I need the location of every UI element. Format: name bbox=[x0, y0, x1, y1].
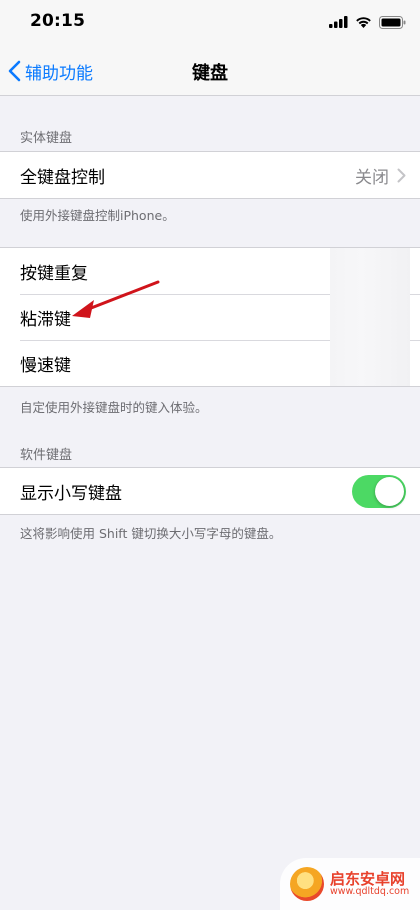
show-lowercase-keys-label: 显示小写键盘 bbox=[20, 483, 122, 504]
wifi-icon bbox=[356, 17, 371, 28]
toggle-knob bbox=[375, 476, 404, 506]
signal-icon bbox=[329, 16, 348, 28]
chevron-right-icon bbox=[397, 168, 406, 182]
watermark: 启东安卓网 www.qdltdq.com bbox=[280, 858, 420, 910]
section-header-physical-keyboard: 实体键盘 bbox=[20, 131, 73, 146]
page-title: 键盘 bbox=[192, 63, 228, 84]
section-header-software-keyboard: 软件键盘 bbox=[20, 448, 73, 463]
annotation-arrow bbox=[72, 280, 160, 318]
watermark-title: 启东安卓网 bbox=[330, 869, 406, 888]
status-icons bbox=[329, 14, 406, 30]
section-footer-software-keyboard: 这将影响使用 Shift 键切换大小写字母的键盘。 bbox=[20, 526, 282, 541]
full-keyboard-access-label: 全键盘控制 bbox=[20, 167, 105, 188]
navigation-bar: 辅助功能 键盘 bbox=[0, 46, 420, 96]
watermark-text: 启东安卓网 www.qdltdq.com bbox=[330, 871, 409, 898]
software-keyboard-group: 显示小写键盘 bbox=[0, 467, 420, 515]
full-keyboard-access-value: 关闭 bbox=[355, 167, 389, 188]
status-bar: 20:15 bbox=[0, 0, 420, 46]
section-footer-physical-keyboard: 使用外接键盘控制iPhone。 bbox=[20, 208, 175, 223]
battery-icon bbox=[379, 15, 406, 29]
show-lowercase-keys-row: 显示小写键盘 bbox=[0, 468, 420, 514]
watermark-logo-icon bbox=[290, 867, 324, 901]
section-footer-key-settings: 自定使用外接键盘时的键入体验。 bbox=[20, 400, 208, 415]
full-keyboard-access-row[interactable]: 全键盘控制 关闭 bbox=[0, 152, 420, 198]
watermark-url: www.qdltdq.com bbox=[330, 886, 410, 898]
status-time: 20:15 bbox=[30, 11, 86, 31]
keyboard-settings-screen: 20:15 辅助功能 键盘 实体键盘 全键盘控制 关闭 使用外接键盘控制iPho… bbox=[0, 0, 420, 910]
physical-keyboard-group: 全键盘控制 关闭 bbox=[0, 151, 420, 199]
show-lowercase-keys-toggle[interactable] bbox=[352, 474, 406, 508]
blurred-values-area bbox=[330, 248, 410, 386]
